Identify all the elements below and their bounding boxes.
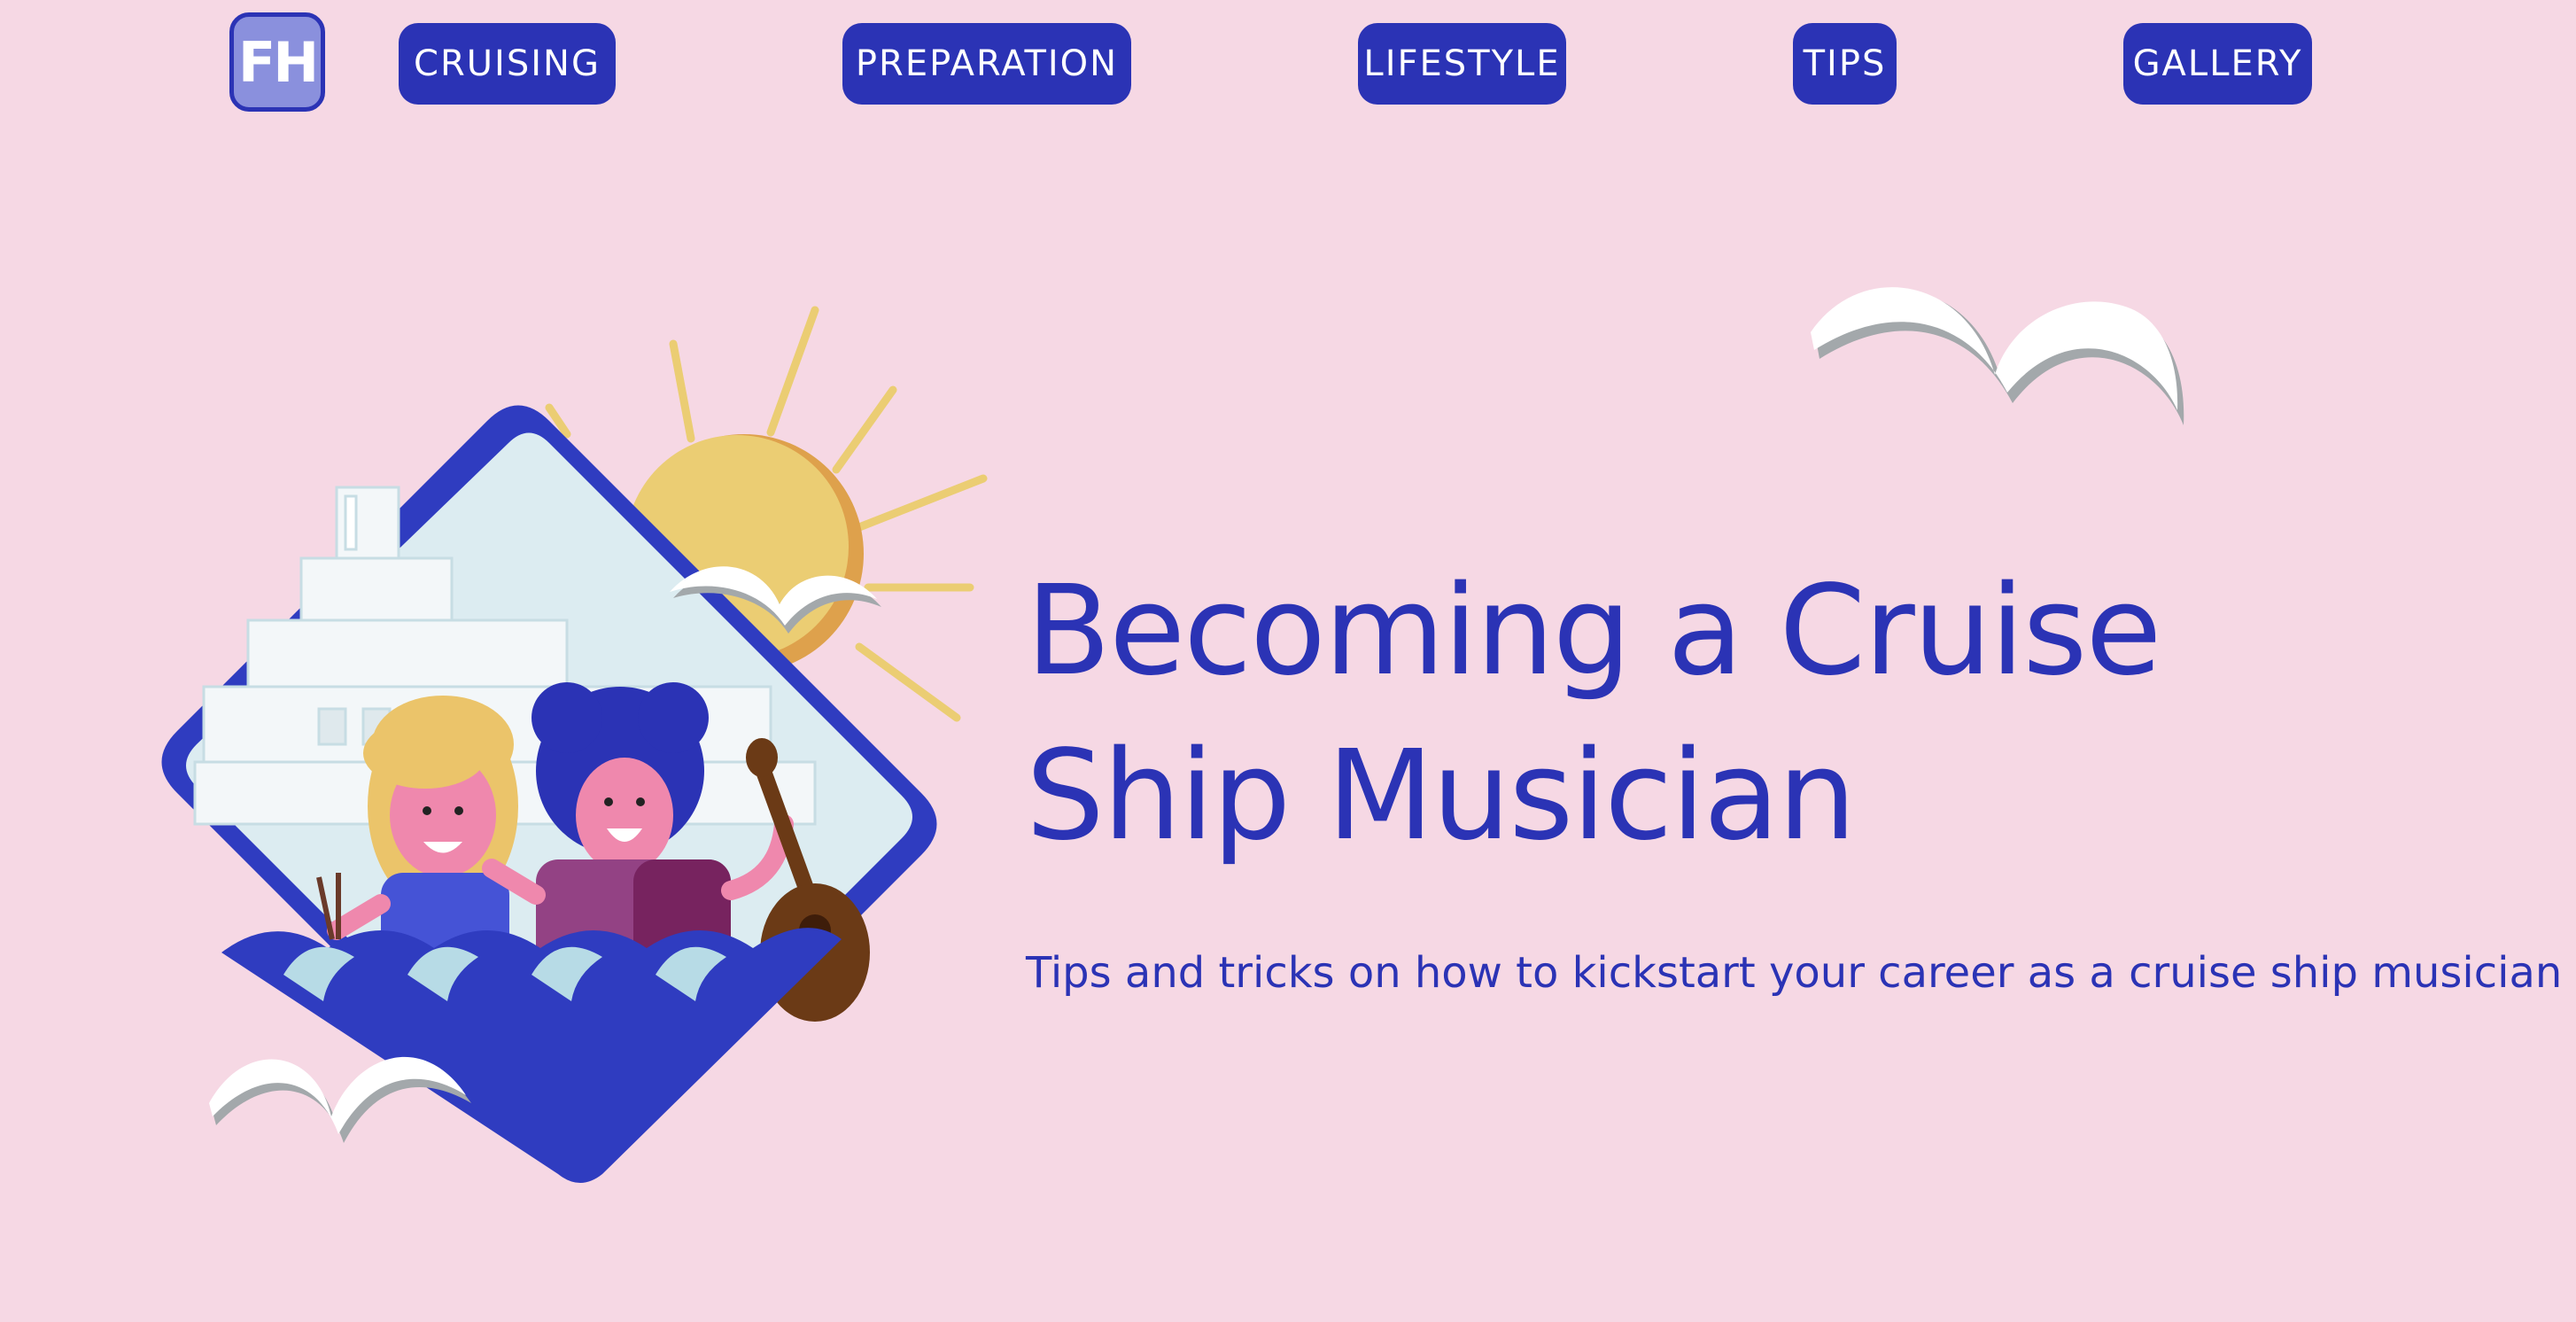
nav-lifestyle-button[interactable]: LIFESTYLE — [1358, 23, 1566, 105]
page-subtitle: Tips and tricks on how to kickstart your… — [1026, 948, 2563, 998]
page-title: Becoming a Cruise Ship Musician — [1026, 559, 2161, 868]
nav-gallery-button[interactable]: GALLERY — [2123, 23, 2312, 105]
cruise-musicians-illustration — [161, 306, 988, 1183]
nav-tips-button[interactable]: TIPS — [1793, 23, 1897, 105]
nav-preparation-button[interactable]: PREPARATION — [842, 23, 1131, 105]
nav-cruising-button[interactable]: CRUISING — [399, 23, 616, 105]
waves — [221, 928, 842, 1183]
seagull-icon — [1811, 287, 2184, 425]
site-logo[interactable]: FH — [229, 12, 325, 112]
seagull-icon — [209, 1056, 471, 1143]
